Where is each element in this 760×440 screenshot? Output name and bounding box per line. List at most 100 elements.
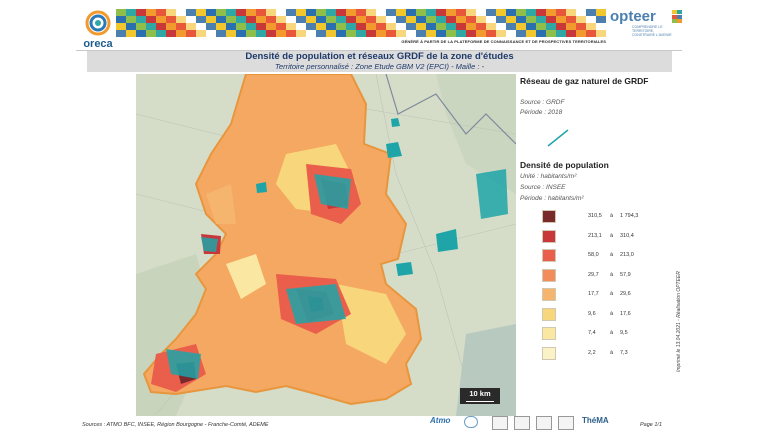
- mosaic-tile: [466, 9, 476, 16]
- legend-class-low: 9,6: [588, 310, 596, 317]
- mosaic-tile: [226, 9, 236, 16]
- mosaic-tile: [306, 23, 316, 30]
- mosaic-tile: [516, 9, 526, 16]
- mosaic-tile: [546, 30, 556, 37]
- mosaic-tile: [496, 23, 506, 30]
- opteer-logo: opteer COMPRENDRE LE TERRITOIRE, CONSTRU…: [610, 8, 682, 48]
- mosaic-tile: [406, 23, 416, 30]
- print-note: Imprimé le 13.04.2021 - Réalisation OPTE…: [676, 271, 682, 372]
- mosaic-tile: [246, 23, 256, 30]
- mosaic-tile: [576, 9, 586, 16]
- mosaic-tile: [296, 23, 306, 30]
- mosaic-tile: [476, 9, 486, 16]
- mosaic-tile: [256, 9, 266, 16]
- mosaic-tile: [166, 9, 176, 16]
- mosaic-tile: [536, 30, 546, 37]
- legend-class-sep: à: [610, 232, 614, 239]
- mosaic-tile: [406, 16, 416, 23]
- mosaic-tile: [466, 30, 476, 37]
- mosaic-tile: [436, 23, 446, 30]
- mosaic-tile: [266, 16, 276, 23]
- mosaic-tile: [396, 9, 406, 16]
- legend-class-row: 29,7 à 57,9: [542, 268, 672, 283]
- mosaic-tile: [586, 16, 596, 23]
- mosaic-tile: [586, 23, 596, 30]
- mosaic-tile: [186, 16, 196, 23]
- mosaic-tile: [196, 30, 206, 37]
- mosaic-tile: [216, 23, 226, 30]
- mosaic-tile: [116, 23, 126, 30]
- mosaic-tile: [386, 9, 396, 16]
- mosaic-tile: [206, 30, 216, 37]
- mosaic-tile: [456, 23, 466, 30]
- legend-class-high: 310,4: [620, 232, 634, 239]
- legend-class-row: 7,4 à 9,5: [542, 327, 672, 341]
- ademe-logo: [464, 416, 478, 428]
- legend-class-low: 29,7: [588, 271, 599, 278]
- mosaic-tile: [376, 23, 386, 30]
- mosaic-tile: [506, 16, 516, 23]
- mosaic-tile: [586, 30, 596, 37]
- legend-class-row: 9,6 à 17,6: [542, 307, 672, 322]
- legend-swatch: [542, 229, 556, 243]
- legend-class-low: 2,2: [588, 349, 596, 356]
- mosaic-tile: [406, 30, 416, 37]
- mosaic-tile: [256, 30, 266, 37]
- gas-legend-title: Réseau de gaz naturel de GRDF: [520, 76, 649, 86]
- mosaic-tile: [556, 9, 566, 16]
- legend-class-high: 213,0: [620, 252, 634, 258]
- mosaic-tile: [346, 23, 356, 30]
- legend-swatch: [542, 307, 556, 321]
- density-legend-period: Période : habitants/m²: [520, 195, 584, 202]
- map-canvas[interactable]: [136, 74, 516, 416]
- mosaic-tile: [596, 30, 606, 37]
- mosaic-tile: [566, 30, 576, 37]
- mosaic-tile: [246, 9, 256, 16]
- mosaic-tile: [146, 9, 156, 16]
- map-scale-bar: [466, 401, 494, 402]
- legend-swatch: [542, 249, 556, 262]
- density-map[interactable]: 10 km: [136, 74, 516, 416]
- mosaic-tile: [426, 9, 436, 16]
- mosaic-tile: [346, 30, 356, 37]
- mosaic-tile: [476, 23, 486, 30]
- mosaic-tile: [516, 23, 526, 30]
- mosaic-tile: [196, 16, 206, 23]
- mosaic-tile: [526, 30, 536, 37]
- mosaic-tile: [326, 16, 336, 23]
- opteer-tagline: COMPRENDRE LE TERRITOIRE, CONSTRUIRE L'A…: [632, 25, 672, 37]
- map-scale: 10 km: [460, 388, 500, 404]
- oreca-logo-text: oreca: [83, 38, 113, 50]
- atmo-logo: Atmo: [430, 416, 451, 425]
- mosaic-tile: [396, 23, 406, 30]
- mosaic-tile: [196, 9, 206, 16]
- mosaic-tile: [416, 16, 426, 23]
- title-bar: Densité de population et réseaux GRDF de…: [87, 51, 672, 72]
- mosaic-tile: [216, 16, 226, 23]
- mosaic-tile: [186, 9, 196, 16]
- mosaic-tile: [496, 30, 506, 37]
- mosaic-tile: [406, 9, 416, 16]
- gas-network-line-icon: [547, 129, 569, 147]
- mosaic-tile: [506, 23, 516, 30]
- mosaic-tile: [336, 30, 346, 37]
- mosaic-tile: [456, 30, 466, 37]
- partner-logo-3: [536, 416, 552, 430]
- legend-class-high: 17,6: [620, 310, 631, 317]
- mosaic-tile: [546, 9, 556, 16]
- oreca-swirl-icon: [85, 10, 111, 36]
- mosaic-tile: [566, 23, 576, 30]
- mosaic-tile: [516, 30, 526, 37]
- mosaic-tile: [366, 16, 376, 23]
- mosaic-tile: [316, 30, 326, 37]
- mosaic-tile: [126, 23, 136, 30]
- mosaic-tile: [546, 16, 556, 23]
- legend-swatch: [542, 288, 556, 301]
- mosaic-tile: [246, 30, 256, 37]
- mosaic-tile: [366, 9, 376, 16]
- mosaic-tile: [466, 16, 476, 23]
- legend-class-high: 7,3: [620, 349, 628, 356]
- mosaic-tile: [486, 9, 496, 16]
- mosaic-tile: [326, 23, 336, 30]
- mosaic-tile: [496, 16, 506, 23]
